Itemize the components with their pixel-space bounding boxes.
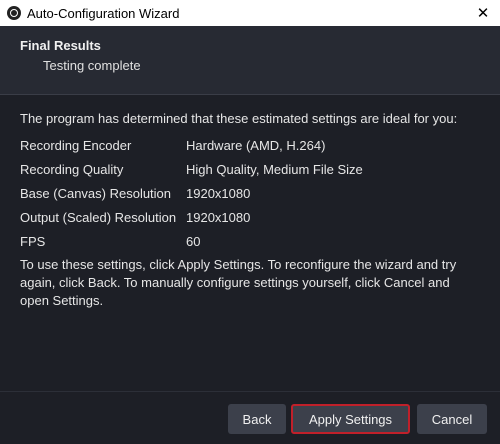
- setting-value: High Quality, Medium File Size: [186, 162, 363, 177]
- wizard-header: Final Results Testing complete: [0, 26, 500, 95]
- window-title: Auto-Configuration Wizard: [27, 5, 180, 21]
- back-button[interactable]: Back: [228, 404, 286, 434]
- page-subtitle: Testing complete: [43, 58, 141, 73]
- apply-settings-button[interactable]: Apply Settings: [291, 404, 410, 434]
- setting-row-recording-encoder: Recording Encoder Hardware (AMD, H.264): [20, 134, 490, 158]
- instructions-text: To use these settings, click Apply Setti…: [20, 257, 457, 308]
- setting-label: Recording Encoder: [20, 138, 132, 153]
- title-bar: Auto-Configuration Wizard ✕: [0, 0, 500, 26]
- setting-row-output-resolution: Output (Scaled) Resolution 1920x1080: [20, 206, 490, 230]
- footer-divider: [0, 391, 500, 392]
- obs-app-icon: [7, 6, 21, 20]
- setting-value: 1920x1080: [186, 210, 251, 225]
- setting-label: Output (Scaled) Resolution: [20, 210, 177, 225]
- setting-row-recording-quality: Recording Quality High Quality, Medium F…: [20, 158, 490, 182]
- close-icon[interactable]: ✕: [466, 0, 500, 26]
- cancel-button[interactable]: Cancel: [417, 404, 487, 434]
- setting-value: 60: [186, 234, 201, 249]
- setting-label: Recording Quality: [20, 162, 124, 177]
- setting-row-fps: FPS 60: [20, 230, 490, 254]
- setting-label: Base (Canvas) Resolution: [20, 186, 172, 201]
- setting-label: FPS: [20, 234, 46, 249]
- setting-value: Hardware (AMD, H.264): [186, 138, 326, 153]
- setting-row-base-resolution: Base (Canvas) Resolution 1920x1080: [20, 182, 490, 206]
- setting-value: 1920x1080: [186, 186, 251, 201]
- page-title: Final Results: [20, 38, 101, 53]
- results-content: The program has determined that these es…: [20, 110, 490, 310]
- intro-text: The program has determined that these es…: [20, 111, 458, 126]
